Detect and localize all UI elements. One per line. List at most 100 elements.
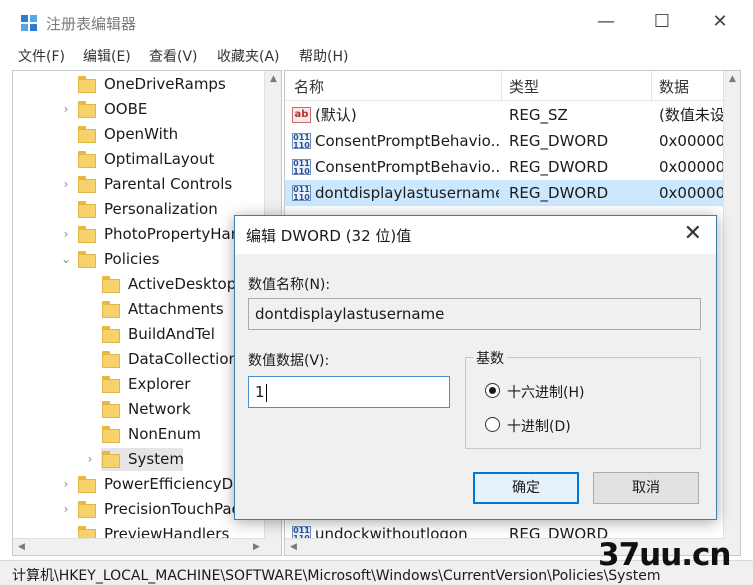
binary-value-icon: 011110: [292, 133, 311, 150]
menu-help[interactable]: 帮助(H): [299, 46, 348, 66]
tree-item[interactable]: › OOBE: [13, 97, 265, 122]
value-name: ConsentPromptBehavio...: [315, 132, 499, 150]
folder-icon: [102, 351, 120, 368]
value-data: (数值未设: [659, 106, 725, 124]
registry-path: 计算机\HKEY_LOCAL_MACHINE\SOFTWARE\Microsof…: [12, 568, 661, 584]
tree-item-label: OOBE: [104, 100, 148, 118]
list-header: 名称 类型 数据: [285, 71, 725, 101]
list-row[interactable]: 011 110 dontdisplaylastusername REG_DWORD 0x…: [285, 180, 729, 206]
radio-hexadecimal[interactable]: [485, 383, 500, 398]
tree-item[interactable]: OptimalLayout: [13, 147, 265, 172]
tree-item-label: Policies: [104, 250, 160, 268]
edit-dword-dialog: 编辑 DWORD (32 位)值 ✕ 数值名称(N): dontdisplayl…: [234, 215, 717, 520]
value-name: dontdisplaylastusername: [315, 184, 499, 202]
folder-icon: [102, 276, 120, 293]
menu-file[interactable]: 文件(F): [18, 46, 65, 66]
dialog-title: 编辑 DWORD (32 位)值: [246, 227, 412, 245]
folder-icon: [78, 176, 96, 193]
tree-item-label: OneDriveRamps: [104, 75, 226, 93]
tree-horizontal-scrollbar[interactable]: ◀ ▶: [13, 538, 265, 555]
text-caret: [265, 383, 267, 402]
radio-decimal[interactable]: [485, 417, 500, 432]
tree-item-label: Explorer: [128, 375, 191, 393]
value-name-label: 数值名称(N):: [248, 277, 331, 293]
column-name-header[interactable]: 名称: [294, 76, 324, 97]
list-row[interactable]: 011 110 ConsentPromptBehavio... REG_DWORD 0x…: [285, 154, 729, 180]
scroll-left-icon[interactable]: ◀: [13, 539, 30, 555]
folder-icon: [78, 251, 96, 268]
chevron-right-icon[interactable]: ›: [59, 497, 73, 522]
list-row[interactable]: 011 110 ConsentPromptBehavio... REG_DWORD 0x…: [285, 128, 729, 154]
menu-edit[interactable]: 编辑(E): [83, 46, 131, 66]
menu-bar: 文件(F) 编辑(E) 查看(V) 收藏夹(A) 帮助(H): [0, 44, 753, 68]
value-type: REG_DWORD: [509, 184, 609, 202]
scroll-up-icon[interactable]: ▲: [724, 71, 740, 88]
tree-item[interactable]: OneDriveRamps: [13, 72, 265, 97]
tree-item[interactable]: DataCollection: [13, 347, 265, 372]
tree-item-label: Personalization: [104, 200, 218, 218]
window-title: 注册表编辑器: [46, 15, 137, 33]
chevron-right-icon[interactable]: ›: [59, 222, 73, 247]
tree-item[interactable]: Attachments: [13, 297, 265, 322]
value-name: (默认): [315, 106, 357, 124]
radio-hexadecimal-label[interactable]: 十六进制(H): [507, 382, 584, 402]
tree-item[interactable]: NonEnum: [13, 422, 265, 447]
tree-item-label: System: [128, 450, 184, 468]
cancel-button[interactable]: 取消: [593, 472, 699, 504]
tree-item[interactable]: BuildAndTel: [13, 322, 265, 347]
chevron-right-icon[interactable]: ›: [83, 447, 97, 472]
ok-button[interactable]: 确定: [473, 472, 579, 504]
value-data: 0x000000: [659, 184, 729, 202]
tree-item[interactable]: Explorer: [13, 372, 265, 397]
column-type-header[interactable]: 类型: [509, 76, 539, 97]
menu-view[interactable]: 查看(V): [149, 46, 198, 66]
binary-value-icon: 011110: [292, 159, 311, 176]
value-type: REG_DWORD: [509, 158, 609, 176]
tree-item[interactable]: › PhotoPropertyHar: [13, 222, 265, 247]
tree-item[interactable]: Personalization: [13, 197, 265, 222]
tree-item[interactable]: OpenWith: [13, 122, 265, 147]
tree-item-label: Parental Controls: [104, 175, 233, 193]
radio-decimal-label[interactable]: 十进制(D): [507, 416, 571, 436]
tree-item[interactable]: ActiveDesktop: [13, 272, 265, 297]
dialog-title-bar: 编辑 DWORD (32 位)值 ✕: [235, 216, 716, 254]
tree-item-label: OptimalLayout: [104, 150, 215, 168]
tree-item[interactable]: Network: [13, 397, 265, 422]
list-row[interactable]: ab (默认) REG_SZ (数值未设: [285, 102, 725, 128]
chevron-right-icon[interactable]: ›: [59, 172, 73, 197]
column-divider[interactable]: [501, 71, 502, 101]
tree-item-label: Attachments: [128, 300, 224, 318]
tree-item[interactable]: › Parental Controls: [13, 172, 265, 197]
chevron-down-icon[interactable]: ⌄: [59, 247, 73, 272]
chevron-right-icon[interactable]: ›: [59, 472, 73, 497]
scroll-left-icon[interactable]: ◀: [285, 539, 302, 555]
tree-item[interactable]: ⌄ Policies: [13, 247, 265, 272]
tree-item[interactable]: › PrecisionTouchPac: [13, 497, 265, 522]
minimize-button[interactable]: —: [594, 10, 618, 34]
scroll-up-icon[interactable]: ▲: [265, 71, 281, 88]
value-data-input[interactable]: 1: [248, 376, 450, 408]
menu-favorites[interactable]: 收藏夹(A): [217, 46, 280, 66]
column-divider[interactable]: [651, 71, 652, 101]
maximize-button[interactable]: ☐: [650, 10, 674, 34]
folder-icon: [78, 126, 96, 143]
watermark-logo: 37uu.cn: [598, 537, 731, 573]
base-group: [465, 357, 701, 449]
value-name: ConsentPromptBehavio...: [315, 158, 499, 176]
value-data-label: 数值数据(V):: [248, 353, 330, 369]
folder-icon: [78, 476, 96, 493]
tree-item-label: PowerEfficiencyDia: [104, 475, 247, 493]
column-data-header[interactable]: 数据: [659, 76, 689, 97]
folder-icon: [102, 401, 120, 418]
title-bar: 注册表编辑器 — ☐ ✕: [0, 0, 753, 44]
scroll-right-icon[interactable]: ▶: [248, 539, 265, 555]
chevron-right-icon[interactable]: ›: [59, 97, 73, 122]
tree-item-label: Network: [128, 400, 191, 418]
folder-icon: [78, 76, 96, 93]
folder-icon: [102, 451, 120, 468]
tree-item[interactable]: › PowerEfficiencyDia: [13, 472, 265, 497]
list-vertical-scrollbar[interactable]: ▲: [723, 71, 740, 555]
tree-item[interactable]: › System: [13, 447, 265, 472]
close-window-button[interactable]: ✕: [708, 10, 732, 34]
dialog-close-button[interactable]: ✕: [684, 221, 702, 247]
